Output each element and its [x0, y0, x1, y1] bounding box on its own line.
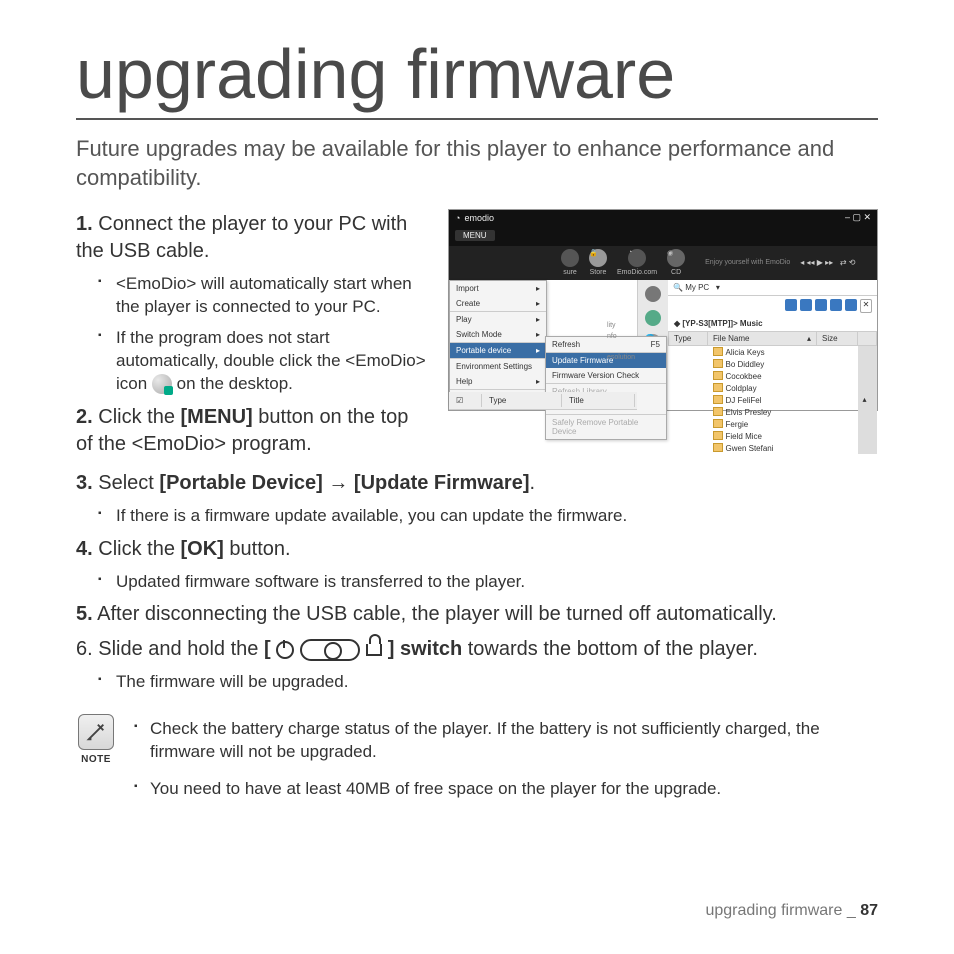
- table-row: Elvis Presley: [708, 406, 817, 418]
- device-path: ◆ [YP-S3[MTP]]> Music: [668, 316, 877, 331]
- file-table: Type File Name ▴ Size Alicia Keys▴ Bo Di…: [668, 331, 877, 454]
- table-row: Field Mice: [708, 430, 817, 442]
- table-row: Cocokbee: [708, 370, 817, 382]
- close-icon[interactable]: ✕: [860, 299, 872, 313]
- menu-bar: MENU: [449, 226, 877, 246]
- toolbar-cd: ◉CD: [667, 249, 685, 276]
- power-hold-switch-icon: [276, 639, 382, 661]
- table-row: Gwen Stefani: [708, 442, 817, 454]
- power-icon: [276, 641, 294, 659]
- brand-label: emodio: [464, 213, 494, 223]
- submenu-version-check[interactable]: Firmware Version Check: [546, 368, 666, 383]
- menu-play[interactable]: Play▸: [450, 312, 546, 327]
- note-item-2: You need to have at least 40MB of free s…: [150, 778, 878, 801]
- step-5: 5. After disconnecting the USB cable, th…: [76, 601, 878, 628]
- location-bar: 🔍 My PC ▾: [668, 280, 877, 296]
- toolbar-sure: sure: [561, 249, 579, 276]
- app-toolbar: sure 🔒Store ◔EmoDio.com ◉CD Enjoy yourse…: [449, 246, 877, 280]
- mid-icon-2: [645, 310, 661, 326]
- step-1-sub-2: If the program does not start automatica…: [116, 327, 430, 396]
- col-name: File Name ▴: [708, 331, 817, 345]
- mid-icon-1: [645, 286, 661, 302]
- page-footer: upgrading firmware _ 87: [705, 902, 878, 920]
- intro-text: Future upgrades may be available for thi…: [76, 134, 878, 193]
- main-menu: Import▸ Create▸ Play▸ Switch Mode▸ Porta…: [449, 280, 547, 406]
- lock-icon: [366, 644, 382, 656]
- brand-icon: ◔: [455, 213, 460, 223]
- step-3: 3. Select [Portable Device] → [Update Fi…: [76, 470, 878, 497]
- note-block: NOTE Check the battery charge status of …: [76, 714, 878, 815]
- menu-switch[interactable]: Switch Mode▸: [450, 327, 546, 342]
- tb-icon: [830, 299, 842, 311]
- right-toolbar: ✕: [668, 296, 877, 316]
- table-row: DJ FeliFel: [708, 394, 817, 406]
- note-item-1: Check the battery charge status of the p…: [150, 718, 878, 764]
- left-panel: Import▸ Create▸ Play▸ Switch Mode▸ Porta…: [449, 280, 638, 410]
- step-3-sub: If there is a firmware update available,…: [116, 505, 878, 528]
- window-controls: – ▢ ✕: [845, 212, 871, 223]
- menu-button[interactable]: MENU: [455, 230, 495, 241]
- step-1: 1. Connect the player to your PC with th…: [76, 211, 430, 265]
- left-columns: ☑TypeTitle: [449, 392, 637, 410]
- tb-icon: [815, 299, 827, 311]
- col-type: Type: [669, 331, 708, 345]
- note-icon: [78, 714, 114, 750]
- menu-create[interactable]: Create▸: [450, 296, 546, 311]
- slider-icon: [300, 639, 360, 661]
- page-title: upgrading firmware: [76, 38, 878, 120]
- col-size: Size: [817, 331, 858, 345]
- submenu-safely-remove: Safely Remove Portable Device: [546, 415, 666, 439]
- table-row: Fergie: [708, 418, 817, 430]
- toolbar-site: ◔EmoDio.com: [617, 249, 657, 276]
- step-4-sub: Updated firmware software is transferred…: [116, 571, 878, 594]
- app-titlebar: ◔ emodio – ▢ ✕: [449, 210, 877, 226]
- note-label: NOTE: [76, 754, 116, 765]
- menu-portable-device[interactable]: Portable device▸: [450, 343, 546, 358]
- step-1-sub-1: <EmoDio> will automatically start when t…: [116, 273, 430, 319]
- peek-column: lity nfo esolution: [607, 320, 635, 364]
- tb-icon: [845, 299, 857, 311]
- emodio-screenshot: ◔ emodio – ▢ ✕ MENU sure 🔒Store ◔EmoDio.…: [448, 209, 878, 411]
- right-panel: 🔍 My PC ▾ ✕ ◆ [YP-S3[MTP]]> Music Type F…: [668, 280, 877, 410]
- tb-icon: [785, 299, 797, 311]
- toolbar-store: 🔒Store: [589, 249, 607, 276]
- tb-icon: [800, 299, 812, 311]
- table-row: Alicia Keys: [708, 345, 817, 358]
- tagline: Enjoy yourself with EmoDio: [705, 259, 790, 266]
- menu-help[interactable]: Help▸: [450, 374, 546, 389]
- menu-import[interactable]: Import▸: [450, 281, 546, 296]
- step-2: 2. Click the [MENU] button on the top of…: [76, 404, 430, 458]
- transport-controls: ◂ ◂◂ ▶ ▸▸ ⇄ ⟲: [800, 258, 855, 267]
- step-4: 4. Click the [OK] button.: [76, 536, 878, 563]
- emodio-desktop-icon: [152, 374, 172, 394]
- table-row: Bo Diddley: [708, 358, 817, 370]
- menu-environment[interactable]: Environment Settings: [450, 359, 546, 374]
- step-6-sub: The firmware will be upgraded.: [116, 671, 878, 694]
- step-6: 6. Slide and hold the [ ] switch towards…: [76, 636, 878, 663]
- table-row: Coldplay: [708, 382, 817, 394]
